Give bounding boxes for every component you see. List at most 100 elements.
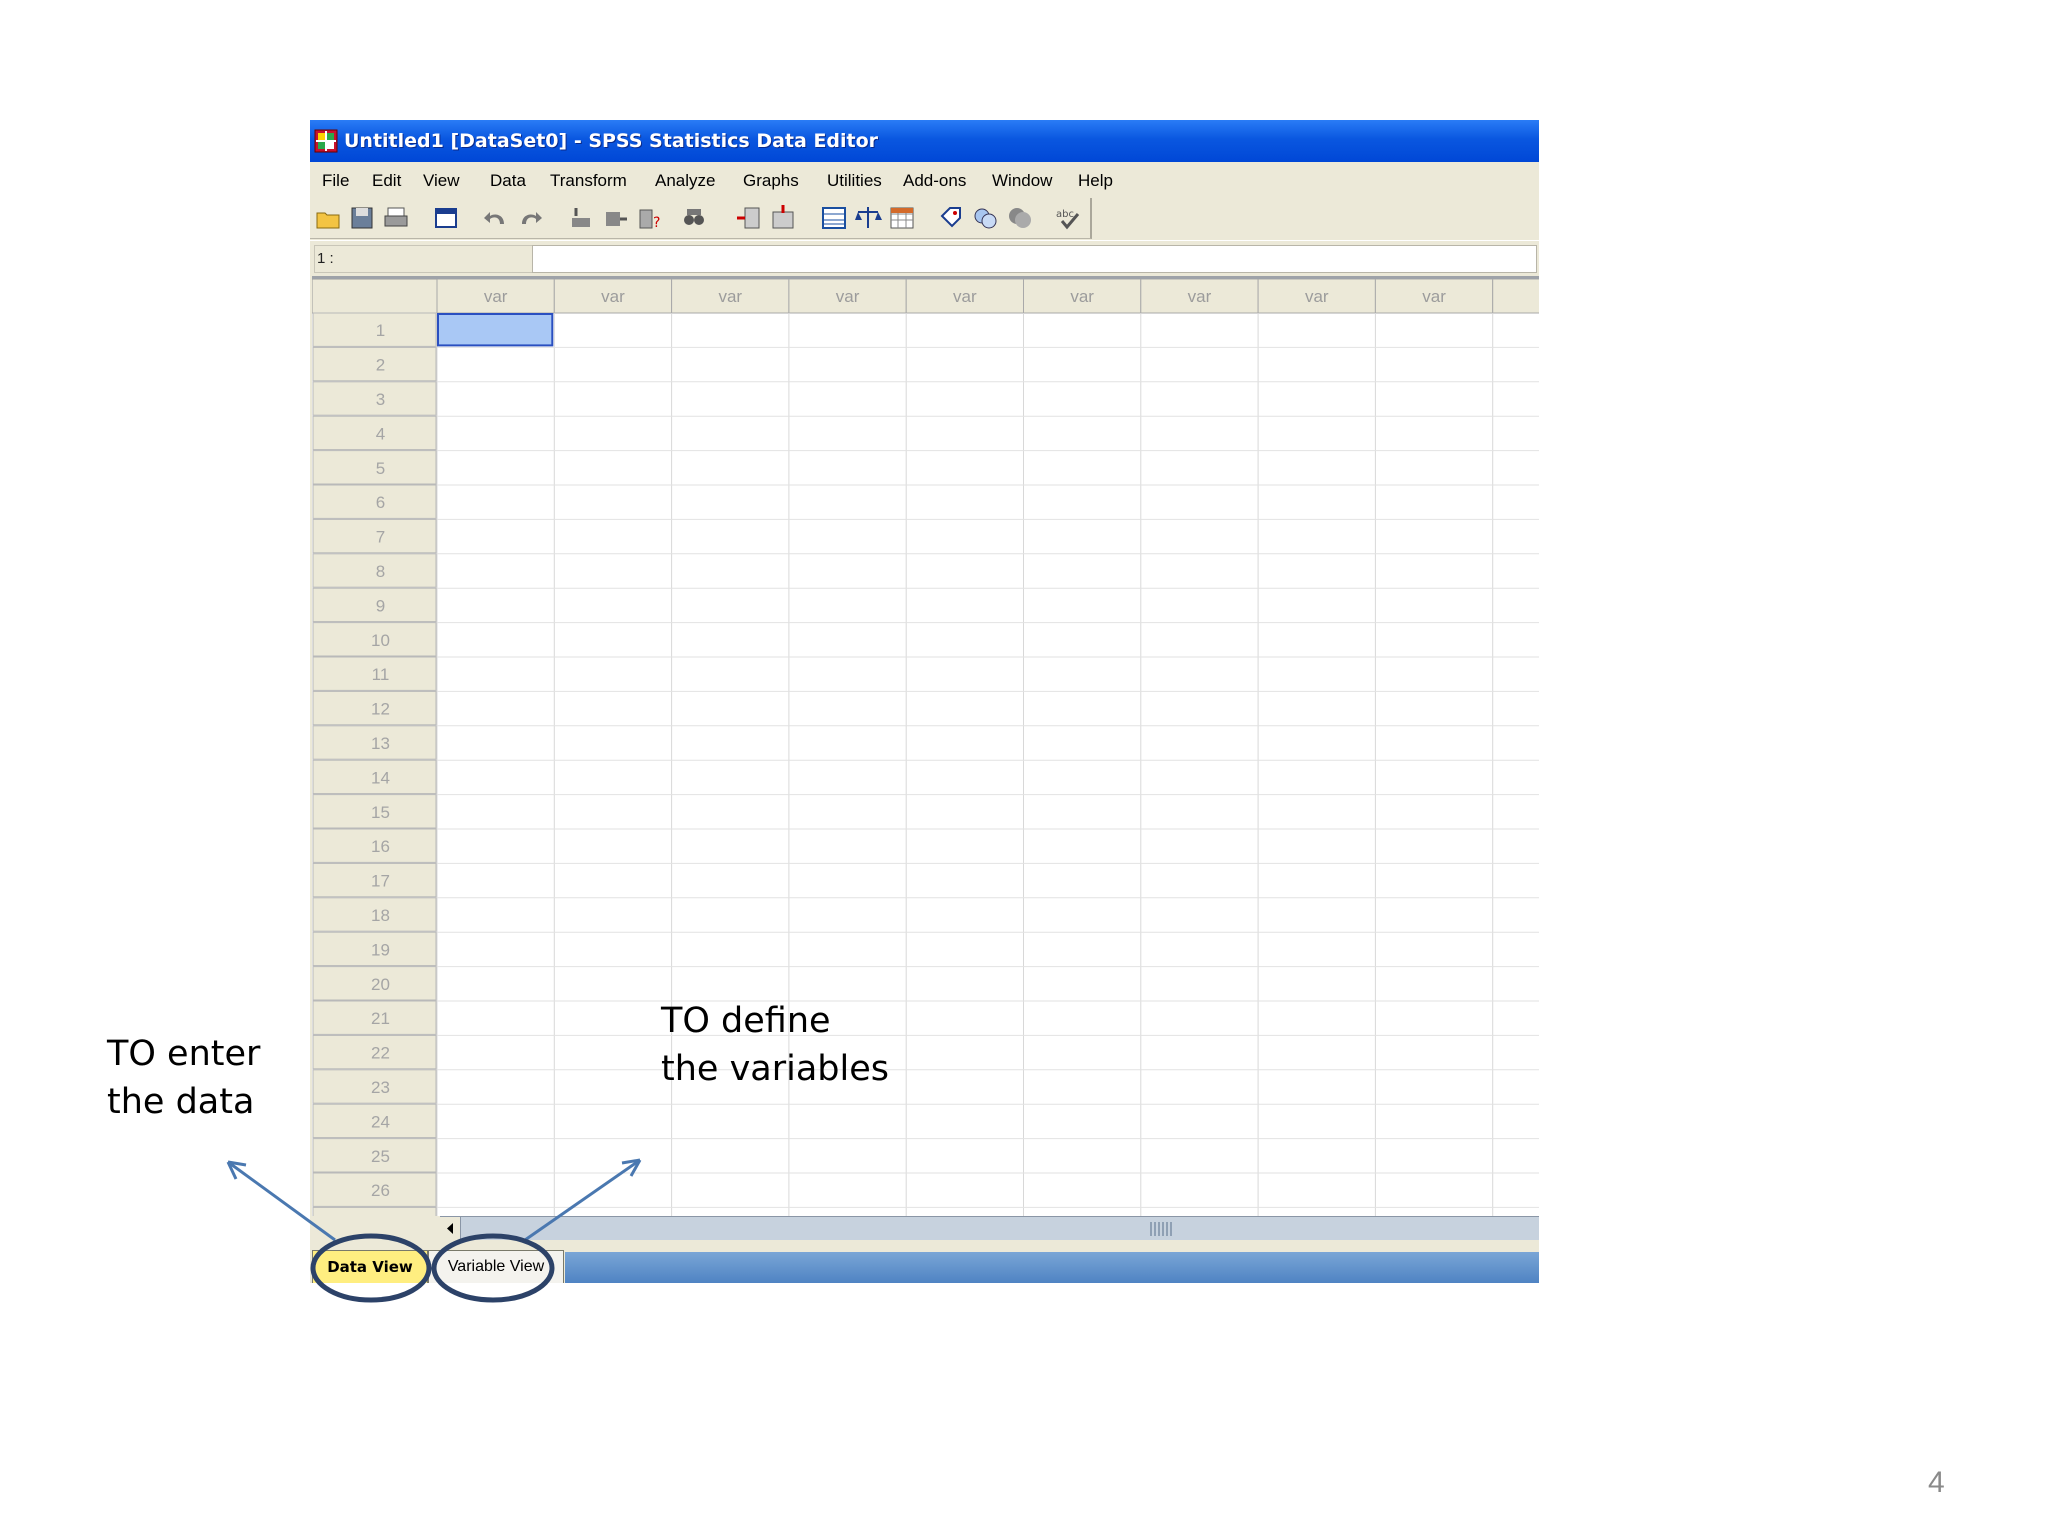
column-header-label: var xyxy=(1422,287,1446,306)
row-header-label: 3 xyxy=(376,390,385,409)
annotation-define-variables-line-2: the variables xyxy=(661,1049,889,1089)
row-header-cell[interactable] xyxy=(312,450,437,485)
row-header-cell[interactable] xyxy=(312,484,437,519)
menu-transform[interactable]: Transform xyxy=(550,171,627,191)
row-header-cell[interactable] xyxy=(312,415,437,451)
select-cases-icon[interactable] xyxy=(888,204,916,232)
cell-reference-box: 1 : xyxy=(314,245,540,273)
view-tab-bar: Data View Variable View xyxy=(310,1240,1539,1283)
row-header-label: 22 xyxy=(371,1044,390,1063)
redo-icon[interactable] xyxy=(516,204,544,232)
row-header-cell[interactable] xyxy=(312,381,437,416)
value-labels-icon[interactable] xyxy=(938,204,966,232)
row-header-label: 20 xyxy=(371,975,390,994)
column-header-label: var xyxy=(601,287,625,306)
spss-app-icon xyxy=(314,129,338,153)
column-header-cell[interactable] xyxy=(1492,279,1539,314)
row-header-cell[interactable] xyxy=(312,346,437,382)
row-header-cell[interactable] xyxy=(312,518,437,554)
spss-data-editor-window: Untitled1 [DataSet0] - SPSS Statistics D… xyxy=(310,120,1539,1283)
menu-edit[interactable]: Edit xyxy=(372,171,401,191)
tab-variable-view[interactable]: Variable View xyxy=(428,1250,564,1283)
menu-help[interactable]: Help xyxy=(1078,171,1113,191)
find-icon[interactable] xyxy=(680,204,708,232)
row-header-label: 26 xyxy=(371,1181,390,1200)
row-header-label: 6 xyxy=(376,493,385,512)
row-header-label: 9 xyxy=(376,596,385,615)
save-icon[interactable] xyxy=(348,204,376,232)
cell-value-input[interactable] xyxy=(532,245,1537,273)
menu-window[interactable]: Window xyxy=(992,171,1052,191)
column-header-label: var xyxy=(1305,287,1329,306)
row-header-label: 21 xyxy=(371,1009,390,1028)
row-header-label: 19 xyxy=(371,940,390,959)
menu-analyze[interactable]: Analyze xyxy=(655,171,715,191)
row-header-label: 4 xyxy=(376,424,385,443)
menu-graphs[interactable]: Graphs xyxy=(743,171,799,191)
split-file-icon[interactable] xyxy=(820,204,848,232)
horizontal-scrollbar[interactable] xyxy=(440,1216,1539,1241)
menu-file[interactable]: File xyxy=(322,171,349,191)
menu-add-ons[interactable]: Add-ons xyxy=(903,171,966,191)
row-header-label: 15 xyxy=(371,803,390,822)
row-header-label: 8 xyxy=(376,562,385,581)
menu-view[interactable]: View xyxy=(423,171,460,191)
insert-variable-icon[interactable] xyxy=(769,204,797,232)
row-header-label: 17 xyxy=(371,872,390,891)
goto-variable-icon[interactable] xyxy=(602,204,630,232)
row-header-label: 5 xyxy=(376,459,385,478)
svg-text:?: ? xyxy=(653,215,660,231)
open-folder-icon[interactable] xyxy=(314,204,342,232)
row-header-cell[interactable] xyxy=(312,587,437,623)
selected-cell[interactable] xyxy=(437,313,554,347)
title-bar[interactable]: Untitled1 [DataSet0] - SPSS Statistics D… xyxy=(310,120,1539,162)
annotation-define-variables-line-1: TO define xyxy=(661,1001,831,1041)
scroll-grip-icon[interactable] xyxy=(1150,1222,1172,1236)
row-header-cell[interactable] xyxy=(312,553,437,588)
spell-check-icon[interactable]: abc xyxy=(1054,204,1082,232)
row-header-label: 12 xyxy=(371,700,390,719)
column-header-label: var xyxy=(1188,287,1212,306)
undo-icon[interactable] xyxy=(482,204,510,232)
goto-case-icon[interactable] xyxy=(568,204,596,232)
annotation-enter-data-line-1: TO enter xyxy=(107,1034,261,1074)
column-header-label: var xyxy=(718,287,742,306)
column-header-label: var xyxy=(953,287,977,306)
dialog-recall-icon[interactable] xyxy=(432,204,460,232)
row-header-label: 7 xyxy=(376,528,385,547)
window-title: Untitled1 [DataSet0] - SPSS Statistics D… xyxy=(344,130,879,152)
variables-info-icon[interactable]: ? xyxy=(636,204,664,232)
column-header-label: var xyxy=(836,287,860,306)
menu-data[interactable]: Data xyxy=(490,171,526,191)
row-header-label: 2 xyxy=(376,356,385,375)
grid-corner-cell xyxy=(312,279,438,314)
column-header-label: var xyxy=(1070,287,1094,306)
insert-cases-icon[interactable] xyxy=(735,204,763,232)
arrow-head-left-icon xyxy=(226,1160,247,1180)
print-icon[interactable] xyxy=(382,204,410,232)
use-variable-sets-icon[interactable] xyxy=(972,204,1000,232)
row-header-cell[interactable] xyxy=(312,312,437,347)
data-grid: varvarvarvarvarvarvarvarvarvar1234567891… xyxy=(312,276,1539,1219)
tab-strip-background xyxy=(565,1252,1539,1283)
annotation-enter-data-line-2: the data xyxy=(107,1082,255,1122)
row-header-label: 10 xyxy=(371,631,390,650)
row-header-label: 16 xyxy=(371,837,390,856)
show-all-variables-icon[interactable] xyxy=(1006,204,1034,232)
row-header-label: 18 xyxy=(371,906,390,925)
svg-text:abc: abc xyxy=(1056,209,1074,220)
row-header-label: 25 xyxy=(371,1147,390,1166)
tab-data-view[interactable]: Data View xyxy=(312,1250,428,1283)
scroll-left-button[interactable] xyxy=(440,1217,461,1240)
annotation-enter-data: TO enter the data xyxy=(107,1030,260,1126)
row-header-label: 1 xyxy=(376,321,385,340)
chevron-left-icon xyxy=(447,1223,453,1234)
row-header-label: 13 xyxy=(371,734,390,753)
row-header-label: 23 xyxy=(371,1078,390,1097)
weight-cases-icon[interactable] xyxy=(854,204,882,232)
menu-utilities[interactable]: Utilities xyxy=(827,171,882,191)
cell-editor-bar: 1 : xyxy=(310,240,1539,277)
scroll-corner xyxy=(310,1216,440,1240)
row-header-label: 14 xyxy=(371,768,390,787)
annotation-define-variables: TO define the variables xyxy=(661,997,889,1093)
